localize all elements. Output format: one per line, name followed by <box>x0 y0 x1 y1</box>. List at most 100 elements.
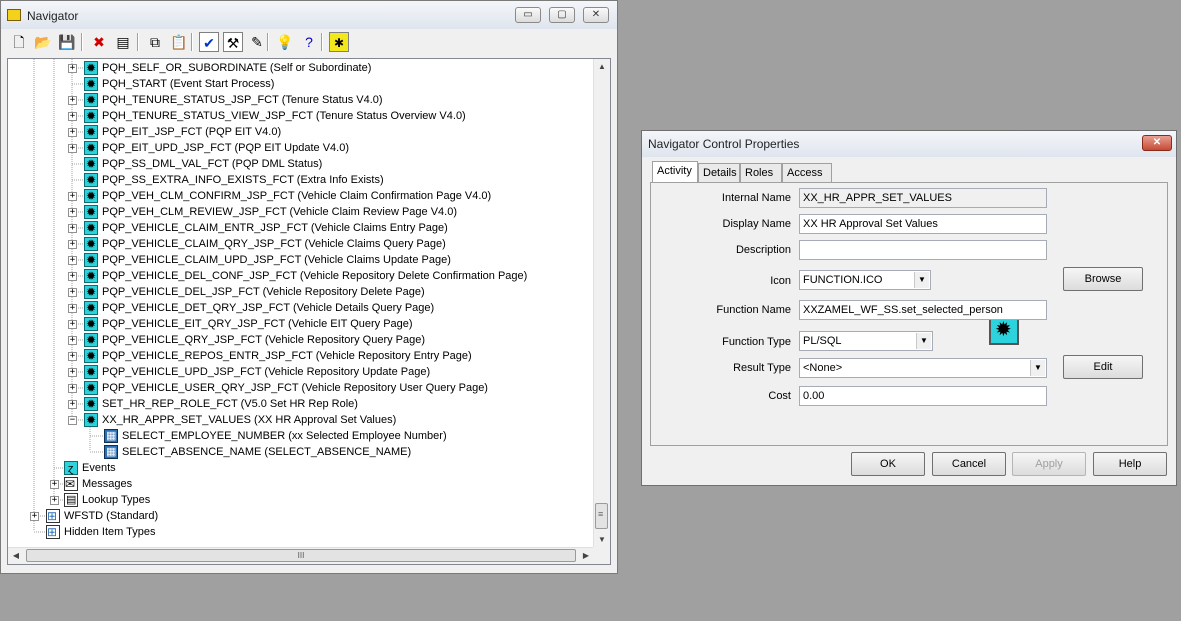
result-type-select[interactable]: <None> ▼ <box>799 358 1047 378</box>
function-type-select[interactable]: PL/SQL ▼ <box>799 331 933 351</box>
apply-button[interactable]: Apply <box>1012 452 1086 476</box>
expand-icon[interactable]: + <box>68 144 77 153</box>
expand-icon[interactable]: + <box>68 352 77 361</box>
tree-item[interactable]: Hidden Item Types <box>8 524 594 540</box>
tree-item[interactable]: + PQH_TENURE_STATUS_JSP_FCT (Tenure Statu… <box>8 92 594 108</box>
expand-icon[interactable]: + <box>68 128 77 137</box>
delete-icon[interactable]: ✖ <box>89 32 109 52</box>
paste-icon[interactable]: 📋 <box>169 32 189 52</box>
tree-item[interactable]: + PQP_VEHICLE_CLAIM_ENTR_JSP_FCT (Vehicle… <box>8 220 594 236</box>
help-icon[interactable]: ? <box>299 32 319 52</box>
tree-item[interactable]: + PQH_TENURE_STATUS_VIEW_JSP_FCT (Tenure … <box>8 108 594 124</box>
star-icon[interactable]: ✱ <box>329 32 349 52</box>
tab-access[interactable]: Access <box>782 163 832 183</box>
tree-item[interactable]: PQP_SS_DML_VAL_FCT (PQP DML Status) <box>8 156 594 172</box>
tree-item[interactable]: + PQP_VEH_CLM_REVIEW_JSP_FCT (Vehicle Cla… <box>8 204 594 220</box>
expand-icon[interactable]: + <box>68 368 77 377</box>
expand-icon[interactable]: + <box>68 336 77 345</box>
expand-icon[interactable]: + <box>68 224 77 233</box>
help-button[interactable]: Help <box>1093 452 1167 476</box>
horizontal-scrollbar[interactable]: ◀ III ▶ <box>8 547 594 564</box>
expand-icon[interactable]: + <box>68 320 77 329</box>
tree-item[interactable]: + PQP_VEH_CLM_CONFIRM_JSP_FCT (Vehicle Cl… <box>8 188 594 204</box>
ok-button[interactable]: OK <box>851 452 925 476</box>
expand-icon[interactable]: + <box>68 192 77 201</box>
dialog-close-button[interactable]: ✕ <box>1142 135 1172 151</box>
copy-icon[interactable]: ⧉ <box>145 32 165 52</box>
tree-item[interactable]: PQP_SS_EXTRA_INFO_EXISTS_FCT (Extra Info… <box>8 172 594 188</box>
tree-item[interactable]: + PQP_EIT_UPD_JSP_FCT (PQP EIT Update V4.… <box>8 140 594 156</box>
tree-item[interactable]: + PQH_SELF_OR_SUBORDINATE (Self or Subord… <box>8 60 594 76</box>
expand-icon[interactable]: + <box>68 96 77 105</box>
expand-icon[interactable]: + <box>30 512 39 521</box>
expand-icon[interactable]: + <box>68 384 77 393</box>
expand-icon[interactable]: + <box>68 112 77 121</box>
tab-details[interactable]: Details <box>698 163 740 183</box>
tree-item[interactable]: + SET_HR_REP_ROLE_FCT (V5.0 Set HR Rep Ro… <box>8 396 594 412</box>
hammer-icon[interactable]: ⚒ <box>223 32 243 52</box>
expand-icon[interactable]: + <box>68 240 77 249</box>
vertical-scroll-thumb[interactable]: ≡ <box>595 503 608 529</box>
tree-view[interactable]: + PQH_SELF_OR_SUBORDINATE (Self or Subord… <box>7 58 611 565</box>
expand-icon[interactable]: + <box>68 64 77 73</box>
icon-select[interactable]: FUNCTION.ICO ▼ <box>799 270 931 290</box>
tree-item[interactable]: PQH_START (Event Start Process) <box>8 76 594 92</box>
tree-item[interactable]: + PQP_VEHICLE_DET_QRY_JSP_FCT (Vehicle De… <box>8 300 594 316</box>
tree-item[interactable]: + WFSTD (Standard) <box>8 508 594 524</box>
tab-activity[interactable]: Activity <box>652 161 698 183</box>
function-name-field[interactable]: XXZAMEL_WF_SS.set_selected_person <box>799 300 1047 320</box>
tree-item[interactable]: − XX_HR_APPR_SET_VALUES (XX HR Approval S… <box>8 412 594 428</box>
tree-item[interactable]: + PQP_VEHICLE_CLAIM_UPD_JSP_FCT (Vehicle … <box>8 252 594 268</box>
expand-icon[interactable]: + <box>50 480 59 489</box>
tree-item[interactable]: + PQP_VEHICLE_DEL_JSP_FCT (Vehicle Reposi… <box>8 284 594 300</box>
cancel-button[interactable]: Cancel <box>932 452 1006 476</box>
save-icon[interactable]: 💾 <box>57 32 77 52</box>
collapse-icon[interactable]: − <box>68 416 77 425</box>
close-button[interactable]: ✕ <box>583 7 609 23</box>
expand-icon[interactable]: + <box>50 496 59 505</box>
verify-icon[interactable]: ✔ <box>199 32 219 52</box>
expand-icon[interactable]: + <box>68 400 77 409</box>
chevron-down-icon[interactable]: ▼ <box>1030 360 1045 376</box>
tab-roles[interactable]: Roles <box>740 163 782 183</box>
tree-item[interactable]: SELECT_ABSENCE_NAME (SELECT_ABSENCE_NAME… <box>8 444 594 460</box>
print-icon[interactable]: ▤ <box>113 32 133 52</box>
tree-item[interactable]: + PQP_VEHICLE_QRY_JSP_FCT (Vehicle Reposi… <box>8 332 594 348</box>
scroll-right-icon[interactable]: ▶ <box>578 548 594 564</box>
display-name-field[interactable]: XX HR Approval Set Values <box>799 214 1047 234</box>
tree-item[interactable]: SELECT_EMPLOYEE_NUMBER (xx Selected Empl… <box>8 428 594 444</box>
tree-item[interactable]: + PQP_VEHICLE_DEL_CONF_JSP_FCT (Vehicle R… <box>8 268 594 284</box>
chevron-down-icon[interactable]: ▼ <box>916 333 931 349</box>
expand-icon[interactable]: + <box>68 256 77 265</box>
new-icon[interactable]: 🗋 <box>9 32 29 52</box>
cost-field[interactable]: 0.00 <box>799 386 1047 406</box>
chevron-down-icon[interactable]: ▼ <box>914 272 929 288</box>
tree-item[interactable]: + PQP_VEHICLE_EIT_QRY_JSP_FCT (Vehicle EI… <box>8 316 594 332</box>
expand-icon[interactable]: + <box>68 304 77 313</box>
tree-item[interactable]: + PQP_VEHICLE_REPOS_ENTR_JSP_FCT (Vehicle… <box>8 348 594 364</box>
expand-icon[interactable]: + <box>68 288 77 297</box>
minimize-button[interactable]: ▭ <box>515 7 541 23</box>
vertical-scrollbar[interactable]: ▲ ≡ ▼ <box>593 59 610 548</box>
browse-button[interactable]: Browse <box>1063 267 1143 291</box>
expand-icon[interactable]: + <box>68 208 77 217</box>
description-field[interactable] <box>799 240 1047 260</box>
dialog-title-bar[interactable]: Navigator Control Properties ✕ <box>642 131 1176 157</box>
tree-item[interactable]: + Lookup Types <box>8 492 594 508</box>
tree-item[interactable]: + PQP_VEHICLE_USER_QRY_JSP_FCT (Vehicle R… <box>8 380 594 396</box>
expand-icon[interactable]: + <box>68 272 77 281</box>
scroll-left-icon[interactable]: ◀ <box>8 548 24 564</box>
tree-item[interactable]: Events <box>8 460 594 477</box>
tree-item[interactable]: + PQP_EIT_JSP_FCT (PQP EIT V4.0) <box>8 124 594 140</box>
tree-item[interactable]: + PQP_VEHICLE_CLAIM_QRY_JSP_FCT (Vehicle … <box>8 236 594 252</box>
tree-item[interactable]: + PQP_VEHICLE_UPD_JSP_FCT (Vehicle Reposi… <box>8 364 594 380</box>
scroll-up-icon[interactable]: ▲ <box>594 59 610 75</box>
tree-item[interactable]: + Messages <box>8 476 594 492</box>
wand-icon[interactable]: ✎ <box>247 32 267 52</box>
internal-name-field[interactable]: XX_HR_APPR_SET_VALUES <box>799 188 1047 208</box>
open-icon[interactable]: 📂 <box>33 32 53 52</box>
bulb-icon[interactable]: 💡 <box>275 32 295 52</box>
horizontal-scroll-thumb[interactable]: III <box>26 549 576 562</box>
navigator-title-bar[interactable]: Navigator ▭ ▢ ✕ <box>1 1 617 29</box>
edit-button[interactable]: Edit <box>1063 355 1143 379</box>
